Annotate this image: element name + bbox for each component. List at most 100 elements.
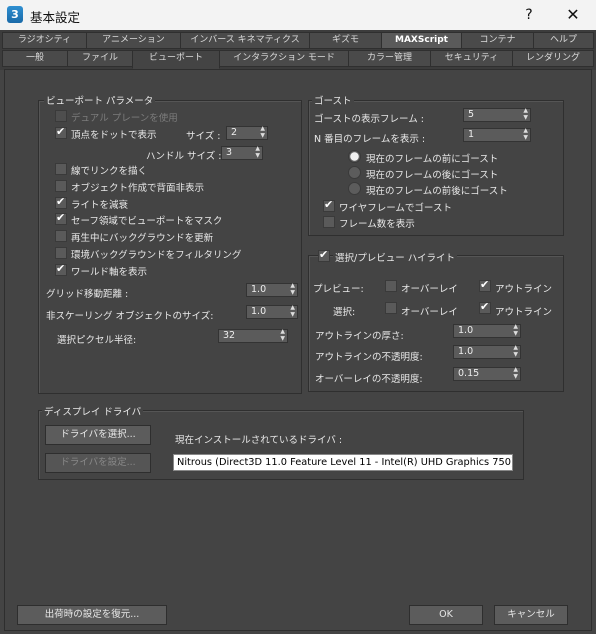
nth-frame-value: 1: [468, 129, 475, 140]
tab-files[interactable]: ファイル: [67, 50, 133, 67]
grid-nudge-value: 1.0: [251, 284, 267, 295]
tab-containers[interactable]: コンテナ: [461, 32, 534, 49]
tab-general[interactable]: 一般: [2, 50, 68, 67]
title-bar: 3 基本設定 ? ✕: [0, 0, 596, 30]
size-spinner[interactable]: 2 ▲ ▼: [226, 125, 268, 140]
tab-bar: ラジオシティ アニメーション インバース キネマティクス ギズモ MAXScri…: [0, 30, 596, 70]
backface-cull-label: オブジェクト作成で背面非表示: [71, 183, 205, 194]
safe-frame-mask-label: セーフ領域でビューポートをマスク: [71, 216, 223, 227]
selection-outline-label: アウトライン: [495, 307, 553, 318]
outline-thickness-label: アウトラインの厚さ:: [315, 331, 404, 342]
selection-overlay-checkbox[interactable]: [385, 302, 397, 314]
preview-outline-label: アウトライン: [495, 284, 553, 295]
tab-rendering[interactable]: レンダリング: [512, 50, 594, 67]
outline-opacity-spinner[interactable]: 1.0 ▲ ▼: [453, 344, 521, 359]
spinner-arrows-icon: ▲ ▼: [290, 282, 295, 296]
ghosting-title: ゴースト: [312, 93, 354, 107]
close-button[interactable]: ✕: [556, 3, 590, 27]
nth-frame-spinner[interactable]: 1 ▲ ▼: [463, 127, 531, 142]
help-button[interactable]: ?: [514, 4, 544, 26]
filter-env-bg-checkbox[interactable]: [55, 247, 67, 259]
spinner-arrows-icon: ▲ ▼: [290, 304, 295, 318]
size-label: サイズ :: [186, 131, 221, 142]
safe-frame-mask-checkbox[interactable]: [55, 211, 67, 225]
overlay-opacity-value: 0.15: [458, 368, 480, 379]
handle-size-spinner[interactable]: 3 ▲ ▼: [221, 145, 263, 160]
outline-thickness-spinner[interactable]: 1.0 ▲ ▼: [453, 323, 521, 338]
tab-security[interactable]: セキュリティ: [430, 50, 513, 67]
spinner-arrows-icon: ▲ ▼: [260, 125, 265, 139]
pick-radius-value: 32: [223, 330, 236, 341]
preview-overlay-label: オーバーレイ: [401, 284, 458, 295]
spinner-arrows-icon: ▲ ▼: [523, 127, 528, 141]
spinner-arrows-icon: ▲ ▼: [513, 344, 518, 358]
app-icon: 3: [7, 6, 23, 23]
spinner-arrows-icon: ▲ ▼: [255, 145, 260, 159]
ghost-after-radio[interactable]: [348, 166, 361, 179]
ok-button[interactable]: OK: [409, 605, 483, 625]
pick-radius-spinner[interactable]: 32 ▲ ▼: [218, 328, 288, 343]
ghost-before-label: 現在のフレームの前にゴースト: [366, 154, 499, 165]
ghost-before-after-radio[interactable]: [348, 182, 361, 195]
installed-driver-label: 現在インストールされているドライバ :: [175, 435, 343, 446]
tab-color-management[interactable]: カラー管理: [348, 50, 431, 67]
nonscaling-value: 1.0: [251, 306, 267, 317]
viewport-params-title: ビューポート パラメータ: [44, 93, 156, 107]
tab-inverse-kinematics[interactable]: インバース キネマティクス: [180, 32, 310, 49]
dot-vertices-checkbox[interactable]: [55, 125, 67, 139]
update-bg-label: 再生中にバックグラウンドを更新: [71, 233, 214, 244]
preview-overlay-checkbox[interactable]: [385, 280, 397, 292]
preview-label: プレビュー:: [313, 284, 364, 295]
highlight-checkbox[interactable]: [318, 248, 330, 262]
ghost-wireframe-label: ワイヤフレームでゴースト: [339, 203, 452, 214]
show-frame-num-label: フレーム数を表示: [339, 219, 415, 230]
size-value: 2: [231, 127, 238, 138]
ghost-frames-label: ゴーストの表示フレーム :: [314, 114, 424, 125]
handle-size-label: ハンドル サイズ :: [146, 151, 222, 162]
grid-nudge-spinner[interactable]: 1.0 ▲ ▼: [246, 282, 298, 297]
world-axis-label: ワールド軸を表示: [71, 267, 148, 278]
draw-links-checkbox[interactable]: [55, 163, 67, 175]
dual-plane-checkbox[interactable]: [55, 110, 67, 122]
window-title: 基本設定: [30, 10, 81, 25]
overlay-opacity-spinner[interactable]: 0.15 ▲ ▼: [453, 366, 521, 381]
selection-overlay-label: オーバーレイ: [401, 307, 458, 318]
installed-driver-field: Nitrous (Direct3D 11.0 Feature Level 11 …: [173, 454, 513, 471]
tab-interaction-mode[interactable]: インタラクション モード: [219, 50, 349, 67]
tab-animation[interactable]: アニメーション: [86, 32, 181, 49]
overlay-opacity-label: オーバーレイの不透明度:: [315, 374, 423, 385]
ghost-after-label: 現在のフレームの後にゴースト: [366, 170, 499, 181]
dot-vertices-label: 頂点をドットで表示: [71, 130, 157, 141]
show-frame-num-checkbox[interactable]: [323, 216, 335, 228]
ghost-frames-value: 5: [468, 109, 475, 120]
tab-gizmo[interactable]: ギズモ: [309, 32, 382, 49]
update-bg-checkbox[interactable]: [55, 230, 67, 242]
choose-driver-button[interactable]: ドライバを選択...: [45, 425, 151, 445]
world-axis-checkbox[interactable]: [55, 262, 67, 276]
outline-opacity-value: 1.0: [458, 346, 474, 357]
preview-outline-checkbox[interactable]: [479, 278, 491, 292]
outline-thickness-value: 1.0: [458, 325, 474, 336]
display-driver-title: ディスプレイ ドライバ: [42, 404, 144, 418]
selection-label: 選択:: [333, 307, 356, 318]
draw-links-label: 線でリンクを描く: [71, 166, 148, 177]
attenuate-lights-checkbox[interactable]: [55, 195, 67, 209]
revert-defaults-button[interactable]: 出荷時の設定を復元...: [17, 605, 167, 625]
selection-outline-checkbox[interactable]: [479, 300, 491, 314]
cancel-button[interactable]: キャンセル: [494, 605, 568, 625]
grid-nudge-label: グリッド移動距離 :: [46, 289, 129, 300]
ghost-before-after-label: 現在のフレームの前後にゴースト: [366, 186, 508, 197]
nth-frame-label: N 番目のフレームを表示 :: [314, 134, 426, 145]
tab-viewports[interactable]: ビューポート: [132, 50, 220, 69]
backface-cull-checkbox[interactable]: [55, 180, 67, 192]
attenuate-lights-label: ライトを減衰: [71, 200, 129, 211]
ghost-before-radio[interactable]: [348, 150, 361, 163]
ghost-frames-spinner[interactable]: 5 ▲ ▼: [463, 107, 531, 122]
configure-driver-button[interactable]: ドライバを設定...: [45, 453, 151, 473]
tab-radiosity[interactable]: ラジオシティ: [2, 32, 87, 49]
tab-help[interactable]: ヘルプ: [533, 32, 594, 49]
handle-size-value: 3: [226, 147, 233, 158]
tab-maxscript[interactable]: MAXScript: [381, 32, 462, 49]
ghost-wireframe-checkbox[interactable]: [323, 198, 335, 212]
nonscaling-spinner[interactable]: 1.0 ▲ ▼: [246, 304, 298, 319]
